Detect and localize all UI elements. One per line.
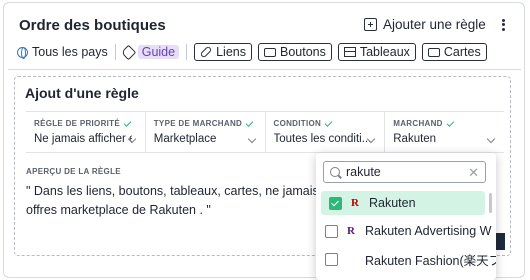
- chip-links[interactable]: Liens: [194, 43, 252, 61]
- preview-line: " Dans les liens, boutons, tableaux, car…: [26, 184, 326, 198]
- chip-label: Cartes: [443, 45, 481, 59]
- merchant-select[interactable]: MARCHAND Rakuten: [385, 112, 504, 152]
- option-label: Rakuten Advertising W: [365, 224, 492, 238]
- merchant-dropdown: ✕ R Rakuten R Rakuten Advertising W Raku…: [316, 153, 496, 280]
- scrollbar[interactable]: [489, 193, 492, 213]
- add-rule-label: Ajouter une règle: [383, 17, 486, 32]
- chip-tables[interactable]: Tableaux: [337, 43, 416, 61]
- condition-select[interactable]: CONDITION Toutes les conditi...: [266, 112, 386, 152]
- page-title: Ordre des boutiques: [19, 17, 166, 34]
- divider: [114, 44, 116, 60]
- card-icon: [427, 47, 440, 57]
- link-icon: [199, 45, 213, 59]
- field-value: Rakuten: [393, 133, 437, 145]
- plus-square-icon: [364, 18, 377, 31]
- rule-fields: RÈGLE DE PRIORITÉ Ne jamais afficher e..…: [26, 111, 504, 153]
- option-rakuten-advertising[interactable]: R Rakuten Advertising W: [316, 219, 492, 243]
- rakuten-logo-icon: R: [351, 197, 359, 209]
- check-icon: [123, 118, 132, 127]
- priority-select[interactable]: RÈGLE DE PRIORITÉ Ne jamais afficher e..…: [26, 112, 146, 152]
- header-divider: [8, 69, 521, 70]
- rakuten-advertising-logo-icon: R: [347, 225, 355, 237]
- button-icon: [263, 47, 276, 57]
- option-rakuten-fashion[interactable]: Rakuten Fashion(楽天フ: [316, 247, 496, 271]
- checkbox[interactable]: [329, 196, 342, 210]
- field-value: Marketplace: [153, 133, 217, 145]
- check-icon: [446, 118, 455, 127]
- merchant-search[interactable]: ✕: [323, 161, 486, 183]
- chip-cards[interactable]: Cartes: [421, 43, 487, 61]
- check-icon: [245, 118, 254, 127]
- checkbox[interactable]: [325, 252, 338, 266]
- divider: [186, 44, 188, 60]
- chip-buttons[interactable]: Boutons: [257, 43, 332, 61]
- globe-icon: [17, 46, 28, 59]
- option-label: Rakuten: [369, 196, 416, 210]
- tag-icon: [120, 44, 137, 60]
- search-input[interactable]: [346, 165, 466, 179]
- field-label: RÈGLE DE PRIORITÉ: [34, 119, 120, 128]
- more-options-icon[interactable]: [498, 17, 508, 33]
- filter-bar: Tous les pays Guide Liens Boutons Tablea…: [17, 42, 493, 62]
- guide-filter[interactable]: Guide: [120, 42, 180, 62]
- country-label: Tous les pays: [32, 45, 108, 59]
- guide-badge: Guide: [137, 45, 180, 59]
- field-value: Ne jamais afficher e...: [34, 133, 132, 145]
- option-rakuten[interactable]: R Rakuten: [321, 191, 485, 215]
- search-icon: [330, 167, 340, 177]
- chip-label: Boutons: [279, 45, 326, 59]
- preview-label: APERÇU DE LA RÈGLE: [26, 167, 121, 176]
- merchant-type-select[interactable]: TYPE DE MARCHAND Marketplace: [146, 112, 266, 152]
- field-label: MARCHAND: [393, 119, 443, 128]
- preview-line: offres marketplace de Rakuten . ": [26, 203, 211, 217]
- chip-label: Liens: [216, 45, 246, 59]
- checkbox[interactable]: [325, 224, 338, 238]
- country-filter[interactable]: Tous les pays: [17, 42, 108, 62]
- field-label: TYPE DE MARCHAND: [153, 119, 243, 128]
- check-icon: [324, 118, 333, 127]
- field-value: Toutes les conditi...: [273, 133, 372, 145]
- chip-label: Tableaux: [359, 45, 410, 59]
- table-icon: [343, 47, 356, 57]
- rule-title: Ajout d'une règle: [25, 85, 139, 101]
- clear-icon[interactable]: ✕: [468, 165, 479, 181]
- rule-preview: " Dans les liens, boutons, tableaux, car…: [26, 182, 326, 220]
- field-label: CONDITION: [273, 119, 322, 128]
- option-label: Rakuten Fashion(楽天フ: [365, 253, 496, 268]
- add-rule-button[interactable]: Ajouter une règle: [364, 17, 486, 32]
